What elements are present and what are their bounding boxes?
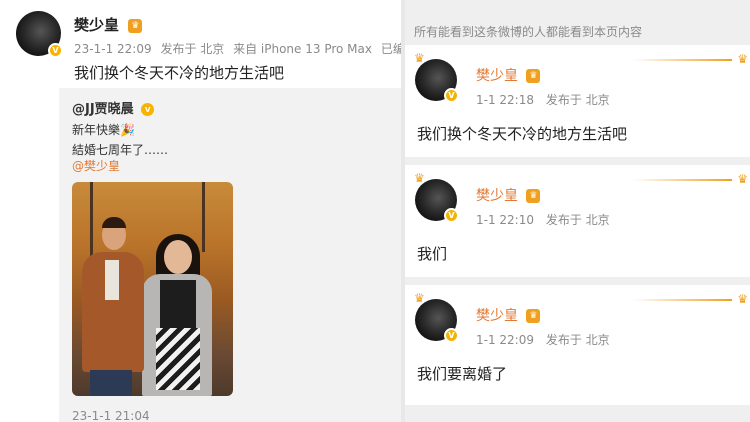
- feed-card[interactable]: ♛ ♛ V 樊少皇 ♛ 1-1 22:10 发布于 北京 我们: [405, 165, 750, 277]
- photo-figure-woman-skirt: [156, 328, 200, 390]
- card-decoration: ♛: [630, 292, 750, 306]
- visibility-note: 所有能看到这条微博的人都能看到本页内容: [414, 25, 643, 39]
- post-time: 1-1 22:10: [476, 213, 534, 227]
- card-meta: 1-1 22:18 发布于 北京: [476, 91, 618, 108]
- card-author: 樊少皇 ♛: [476, 185, 541, 205]
- right-weibo-feed: 所有能看到这条微博的人都能看到本页内容 ♛ ♛ V 樊少皇 ♛ 1-1 22:1…: [405, 0, 750, 422]
- avatar[interactable]: V: [16, 11, 63, 58]
- post-text: 我们换个冬天不冷的地方生活吧: [74, 64, 285, 82]
- repost-photo[interactable]: [72, 182, 233, 396]
- repost-author[interactable]: @JJ贾晓晨: [72, 102, 134, 117]
- photo-figure-woman-head: [164, 240, 192, 274]
- avatar[interactable]: V: [415, 179, 459, 223]
- card-meta: 1-1 22:09 发布于 北京: [476, 331, 618, 348]
- post-date: 23-1-1 22:09: [74, 42, 152, 56]
- verified-badge-icon: V: [48, 43, 63, 58]
- card-meta: 1-1 22:10 发布于 北京: [476, 211, 618, 228]
- photo-tree-trunk: [202, 182, 205, 252]
- level-crown-icon: ♛: [526, 69, 541, 83]
- verified-badge-icon: V: [444, 88, 459, 103]
- feed-card[interactable]: ♛ ♛ V 樊少皇 ♛ 1-1 22:09 发布于 北京 我们要离婚了: [405, 285, 750, 405]
- verified-badge-icon: V: [444, 208, 459, 223]
- post-time: 1-1 22:18: [476, 93, 534, 107]
- level-crown-icon: ♛: [526, 189, 541, 203]
- crown-decoration-icon: ♛: [737, 52, 748, 66]
- card-author: 樊少皇 ♛: [476, 65, 541, 85]
- repost-line-2: 結婚七周年了……: [72, 143, 169, 157]
- crown-decoration-icon: ♛: [737, 292, 748, 306]
- post-meta: 23-1-1 22:09 发布于 北京 来自 iPhone 13 Pro Max…: [74, 40, 401, 57]
- repost-line-1: 新年快樂🎉: [72, 123, 135, 137]
- username[interactable]: 樊少皇: [74, 16, 119, 34]
- avatar[interactable]: V: [415, 299, 459, 343]
- feed-card[interactable]: ♛ ♛ V 樊少皇 ♛ 1-1 22:18 发布于 北京 我们换个冬天不冷的地方…: [405, 45, 750, 157]
- repost-block[interactable]: @JJ贾晓晨 V 新年快樂🎉 結婚七周年了…… @樊少皇 23-1-1 21:0…: [59, 88, 401, 422]
- post-text: 我们: [417, 245, 448, 263]
- verified-badge-icon: V: [141, 103, 155, 116]
- post-location: 发布于 北京: [545, 93, 610, 107]
- card-decoration: ♛: [630, 52, 750, 66]
- post-location: 发布于 北京: [545, 333, 610, 347]
- level-crown-icon: ♛: [128, 18, 143, 33]
- photo-figure-woman-top: [160, 280, 196, 330]
- post-time: 1-1 22:09: [476, 333, 534, 347]
- decoration-line: [632, 299, 732, 301]
- username[interactable]: 樊少皇: [476, 308, 518, 324]
- post-text: 我们换个冬天不冷的地方生活吧: [417, 125, 628, 143]
- left-weibo-post: V 樊少皇 ♛ 23-1-1 22:09 发布于 北京 来自 iPhone 13…: [0, 0, 401, 422]
- username[interactable]: 樊少皇: [476, 68, 518, 84]
- repost-mention[interactable]: @樊少皇: [72, 157, 120, 174]
- post-device: 来自 iPhone 13 Pro Max: [233, 42, 372, 56]
- decoration-line: [632, 59, 732, 61]
- photo-figure-man-hair: [102, 217, 126, 228]
- post-text: 我们要离婚了: [417, 365, 508, 383]
- card-author: 樊少皇 ♛: [476, 305, 541, 325]
- edited-label[interactable]: 已编辑: [381, 42, 401, 56]
- avatar[interactable]: V: [415, 59, 459, 103]
- verified-badge-icon: V: [444, 328, 459, 343]
- crown-decoration-icon: ♛: [737, 172, 748, 186]
- post-location: 发布于 北京: [160, 42, 225, 56]
- repost-time: 23-1-1 21:04: [72, 409, 150, 422]
- repost-author-row: @JJ贾晓晨 V: [72, 98, 155, 117]
- username[interactable]: 樊少皇: [476, 188, 518, 204]
- card-decoration: ♛: [630, 172, 750, 186]
- post-header: 樊少皇 ♛: [74, 14, 143, 35]
- post-location: 发布于 北京: [545, 213, 610, 227]
- decoration-line: [632, 179, 732, 181]
- photo-figure-man-shirt: [105, 260, 119, 300]
- photo-tree-trunk: [90, 182, 93, 262]
- photo-figure-man-legs: [90, 370, 132, 396]
- level-crown-icon: ♛: [526, 309, 541, 323]
